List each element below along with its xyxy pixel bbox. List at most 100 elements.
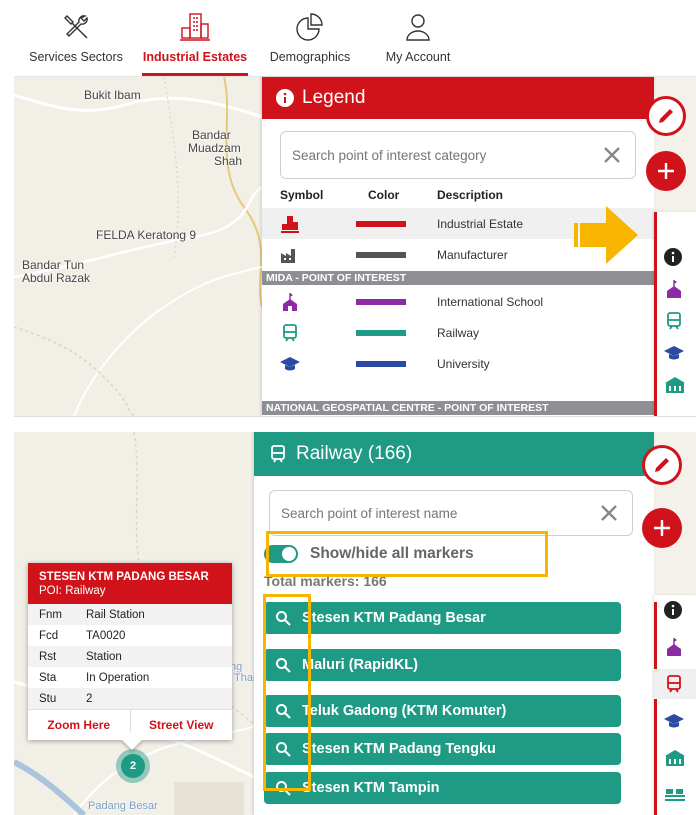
strip-boats[interactable] (654, 780, 696, 810)
attr-key: Stu (28, 688, 75, 709)
add-button[interactable] (646, 151, 686, 191)
info-icon (276, 89, 294, 107)
map-label: Bukit Ibam (84, 88, 141, 102)
color-swatch (356, 221, 406, 227)
poi-item[interactable]: Maluri (RapidKL) (264, 649, 621, 681)
strip-building[interactable] (654, 743, 696, 773)
legend-header: Legend (262, 77, 654, 119)
clear-icon[interactable] (599, 142, 625, 168)
search-icon[interactable] (264, 703, 302, 719)
attr-value: TA0020 (86, 629, 126, 642)
map-label: Padang Besar (88, 800, 158, 812)
nav-industrial-estates[interactable]: Industrial Estates (138, 0, 252, 76)
school-icon (283, 293, 297, 311)
strip-building[interactable] (654, 370, 696, 400)
train-icon (667, 675, 681, 693)
strip-info[interactable] (654, 242, 696, 272)
markers-toggle[interactable] (264, 545, 298, 563)
railway-search (269, 490, 633, 536)
legend-description: Manufacturer (437, 248, 508, 262)
nav-label: My Account (385, 50, 451, 64)
show-hide-markers: Show/hide all markers (264, 538, 474, 570)
color-swatch (356, 361, 406, 367)
strip-info[interactable] (654, 595, 696, 625)
poi-popup: STESEN KTM PADANG BESAR POI: Railway Fnm… (28, 563, 233, 750)
attr-value: In Operation (86, 671, 150, 684)
clear-icon[interactable] (596, 500, 622, 526)
railway-header: Railway (166) (254, 432, 654, 476)
government-building-icon (665, 377, 685, 393)
map-label: FELDA Keratong 9 (96, 228, 197, 242)
railway-title: Railway (166) (296, 443, 413, 464)
legend-row-international-school[interactable]: International School (262, 286, 654, 317)
top-navigation: Services Sectors Industrial Estates Demo… (14, 0, 696, 77)
strip-school[interactable] (654, 632, 696, 662)
nav-my-account[interactable]: My Account (368, 0, 468, 76)
nav-demographics[interactable]: Demographics (252, 0, 368, 76)
category-strip (654, 212, 696, 416)
graduation-cap-icon (664, 346, 684, 360)
poi-name: Stesen KTM Padang Besar (302, 610, 486, 626)
color-swatch (356, 330, 406, 336)
school-icon (667, 280, 681, 298)
add-button[interactable] (642, 508, 682, 548)
pencil-icon (655, 458, 669, 472)
legend-section-geospatial: NATIONAL GEOSPATIAL CENTRE - POINT OF IN… (262, 401, 654, 415)
nav-services-sectors[interactable]: Services Sectors (14, 0, 138, 76)
attribute-row: Fnm Rail Station (28, 604, 232, 625)
railway-screenshot-panel: Padang Besar ng Thai) 2 STESEN KTM PADAN… (14, 432, 696, 815)
port-icon (665, 789, 685, 801)
train-icon (667, 312, 681, 330)
legend-search (280, 131, 636, 179)
attr-key: Fcd (39, 629, 59, 642)
search-icon[interactable] (264, 780, 302, 796)
railway-search-input[interactable] (270, 490, 596, 536)
legend-description: International School (437, 295, 544, 309)
legend-row-university[interactable]: University (262, 348, 654, 379)
map-label: Abdul Razak (22, 271, 91, 285)
marker-cluster[interactable]: 2 (116, 749, 150, 783)
column-color: Color (368, 188, 400, 202)
legend-description: Railway (437, 326, 480, 340)
school-icon (667, 638, 681, 656)
legend-search-input[interactable] (281, 131, 599, 179)
strip-railway-active[interactable] (654, 669, 696, 699)
attr-value: Rail Station (75, 604, 232, 625)
strip-school[interactable] (654, 274, 696, 304)
edit-button[interactable] (642, 445, 682, 485)
popup-attributes: Fnm Rail Station Fcd TA0020 Rst Station Sta… (28, 604, 232, 709)
train-icon (283, 324, 297, 342)
search-icon[interactable] (264, 657, 302, 673)
attr-value: 2 (75, 688, 232, 709)
poi-item[interactable]: Stesen KTM Padang Besar (264, 602, 621, 634)
strip-university[interactable] (654, 706, 696, 736)
attribute-row: Rst Station (28, 646, 232, 667)
poi-item[interactable]: Stesen KTM Padang Tengku (264, 733, 621, 765)
zoom-here-button[interactable]: Zoom Here (28, 710, 130, 740)
nav-label: Industrial Estates (142, 50, 248, 64)
attribute-row: Fcd TA0020 (28, 625, 232, 646)
search-icon[interactable] (264, 741, 302, 757)
plus-icon (658, 163, 674, 179)
legend-row-railway[interactable]: Railway (262, 317, 654, 348)
poi-item[interactable]: Stesen KTM Tampin (264, 772, 621, 804)
search-icon[interactable] (264, 610, 302, 626)
map-view[interactable]: Bukit Ibam Bandar Muadzam Shah FELDA Ker… (14, 77, 262, 416)
legend-screenshot-panel: Services Sectors Industrial Estates Demo… (14, 0, 696, 417)
cluster-count: 2 (121, 754, 145, 778)
popup-header: STESEN KTM PADANG BESAR POI: Railway (28, 563, 232, 604)
popup-title: STESEN KTM PADANG BESAR (39, 571, 209, 583)
edit-button[interactable] (646, 96, 686, 136)
legend-description: University (437, 357, 490, 371)
legend-section-mida: MIDA - POINT OF INTEREST (262, 271, 654, 285)
strip-railway[interactable] (654, 306, 696, 336)
legend-table-header: Symbol Color Description (262, 181, 654, 207)
pie-chart-icon (296, 13, 323, 41)
legend-title: Legend (302, 87, 366, 108)
category-strip (654, 595, 696, 815)
poi-item[interactable]: Teluk Gadong (KTM Komuter) (264, 695, 621, 727)
poi-name: Teluk Gadong (KTM Komuter) (302, 703, 507, 719)
poi-name: Maluri (RapidKL) (302, 657, 418, 673)
strip-university[interactable] (654, 338, 696, 368)
street-view-button[interactable]: Street View (129, 710, 233, 740)
